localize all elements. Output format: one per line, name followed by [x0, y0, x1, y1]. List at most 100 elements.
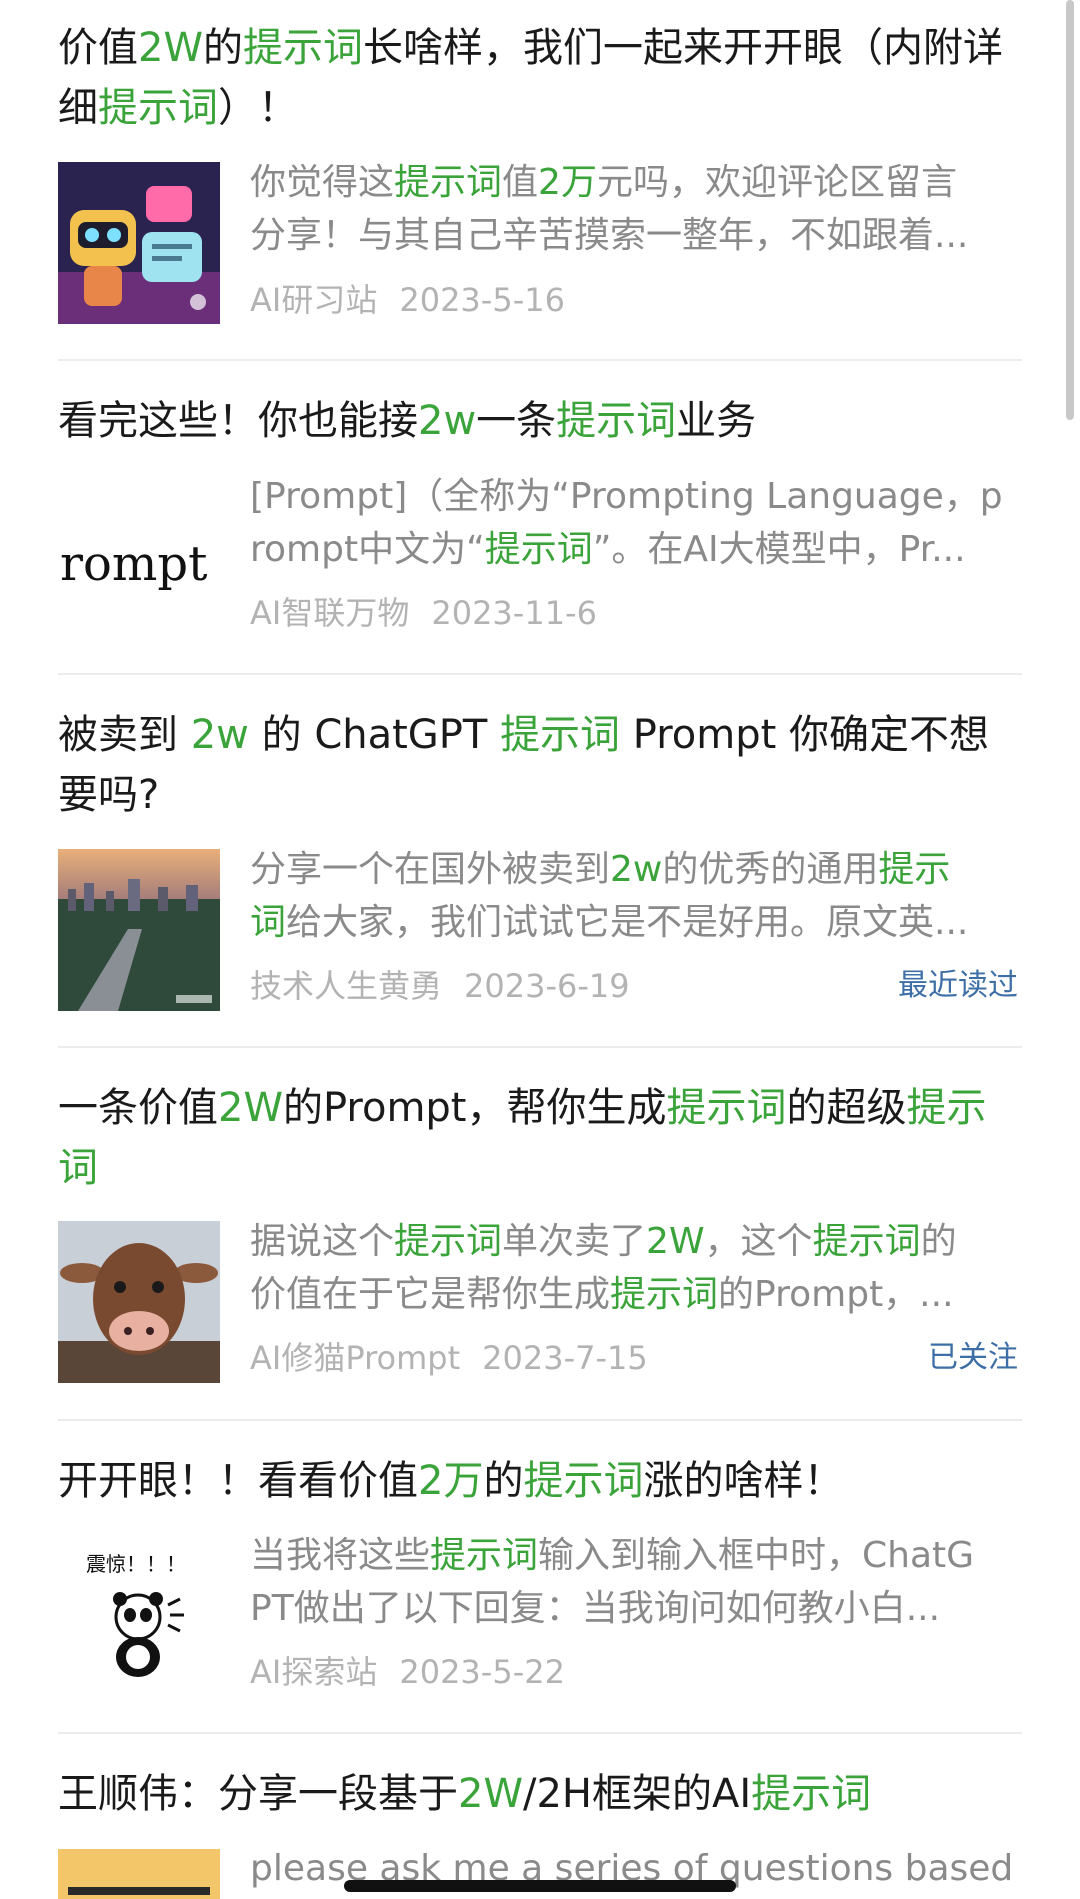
article-snippet: 当我将这些提示词输入到输入框中时，ChatG PT做出了以下回复：当我询问如何教… [250, 1529, 1020, 1635]
article-source[interactable]: 技术人生黄勇 [250, 967, 442, 1005]
text-segment: 的 [483, 1458, 524, 1504]
home-indicator[interactable] [344, 1880, 736, 1892]
text-segment: 值 [502, 162, 539, 203]
text-segment: PT做出了以下回复：当我询问如何教小白... [250, 1588, 941, 1629]
article-meta: AI探索站 2023-5-22 [250, 1652, 1020, 1692]
cow-portrait-image [58, 1221, 220, 1383]
article-title[interactable]: 被卖到 2w 的 ChatGPT 提示词 Prompt 你确定不想要吗? [58, 705, 1018, 825]
recently-read-badge: 最近读过 [898, 968, 1018, 1003]
text-segment: 的 ChatGPT [248, 712, 501, 758]
text-segment: 的优秀的通用 [662, 849, 879, 890]
text-segment: 被卖到 [58, 712, 191, 758]
article-source[interactable]: AI修猫Prompt [250, 1339, 460, 1377]
article-snippet: 据说这个提示词单次卖了2W，这个提示词的 价值在于它是帮你生成提示词的Promp… [250, 1215, 1020, 1321]
text-segment: 输入到输入框中时，ChatG [538, 1535, 975, 1576]
highlighted-keyword: 提示词 [523, 1458, 644, 1504]
text-segment: /2H框架的AI [523, 1771, 752, 1817]
prompt-thumbnail-text: rompt [60, 536, 207, 592]
yellow-card-image [58, 1849, 220, 1899]
article-meta: AI研习站 2023-5-16 [250, 280, 1020, 320]
article-source[interactable]: AI智联万物 [250, 594, 409, 632]
text-segment: 业务 [676, 398, 757, 444]
article-meta: AI修猫Prompt 2023-7-15 [250, 1338, 1020, 1378]
article-title[interactable]: 王顺伟：分享一段基于2W/2H框架的AI提示词 [58, 1764, 1018, 1824]
highlighted-keyword: 2W [458, 1771, 523, 1817]
text-segment: 的超级 [786, 1085, 907, 1131]
article-thumbnail-robot [58, 162, 220, 324]
followed-badge: 已关注 [928, 1340, 1018, 1375]
highlighted-keyword: 提示词 [610, 1274, 719, 1315]
text-segment: 开开眼！！看看价值 [58, 1458, 418, 1504]
article-source[interactable]: AI研习站 [250, 281, 377, 319]
highlighted-keyword: 2万 [538, 162, 597, 203]
highlighted-keyword: 词 [250, 902, 287, 943]
text-segment: 看完这些！你也能接 [58, 398, 418, 444]
text-segment: rompt中文为“ [250, 529, 485, 570]
article-date: 2023-6-19 [464, 967, 630, 1005]
highlighted-keyword: 提示词 [98, 85, 218, 131]
panda-meme-image: 震惊！！！ [58, 1535, 220, 1697]
article-title[interactable]: 价值2W的提示词长啥样，我们一起来开开眼（内附详细提示词）！ [58, 18, 1018, 138]
highlighted-keyword: 提示词 [666, 1085, 787, 1131]
article-item[interactable]: 开开眼！！看看价值2万的提示词涨的啥样！ 震惊！！！ 当我将这些提示词输入到输入… [0, 1421, 1080, 1733]
text-segment: 价值在于它是帮你生成 [250, 1274, 611, 1315]
highlighted-keyword: 2w [418, 398, 477, 444]
text-segment: 王顺伟：分享一段基于 [58, 1771, 458, 1817]
article-snippet: 你觉得这提示词值2万元吗，欢迎评论区留言 分享！与其自己辛苦摸索一整年，不如跟着… [250, 156, 1020, 262]
scrollbar[interactable] [1066, 0, 1074, 420]
text-segment: 给大家，我们试试它是不是好用。原文英... [286, 902, 969, 943]
article-title[interactable]: 看完这些！你也能接2w一条提示词业务 [58, 391, 1018, 451]
article-item[interactable]: 价值2W的提示词长啥样，我们一起来开开眼（内附详细提示词）！ 你觉得这提示词值2… [0, 0, 1080, 360]
article-snippet: [Prompt]（全称为“Prompting Language，p rompt中… [250, 470, 1020, 576]
article-item[interactable]: 王顺伟：分享一段基于2W/2H框架的AI提示词 please ask me a … [0, 1734, 1080, 1899]
article-thumbnail-cow [58, 1221, 220, 1383]
text-segment: 一条价值 [58, 1085, 218, 1131]
article-thumbnail-prompt: rompt [58, 476, 220, 638]
article-meta: AI智联万物 2023-11-6 [250, 593, 1020, 633]
text-segment: 单次卖了 [502, 1221, 647, 1262]
text-segment: ，这个 [704, 1221, 813, 1262]
highlighted-keyword: 2w [610, 849, 663, 890]
text-segment: 当我将这些 [250, 1535, 431, 1576]
article-snippet: 分享一个在国外被卖到2w的优秀的通用提示 词给大家，我们试试它是不是好用。原文英… [250, 843, 1020, 949]
highlighted-keyword: 提示词 [394, 162, 503, 203]
article-thumbnail-city [58, 849, 220, 1011]
text-segment: 的 [920, 1221, 957, 1262]
highlighted-keyword: 提示词 [243, 25, 363, 71]
prompt-text-image: rompt [58, 476, 220, 638]
panda-meme-caption: 震惊！！！ [86, 1552, 186, 1576]
text-segment: 一条 [476, 398, 557, 444]
text-segment: 元吗，欢迎评论区留言 [596, 162, 957, 203]
text-segment: ”。在AI大模型中，Pr... [592, 529, 966, 570]
article-item[interactable]: 一条价值2W的Prompt，帮你生成提示词的超级提示词 据说这个提示词单次卖了2… [0, 1048, 1080, 1420]
highlighted-keyword: 提示词 [430, 1535, 539, 1576]
highlighted-keyword: 2W [646, 1221, 705, 1262]
article-date: 2023-5-22 [399, 1653, 565, 1691]
article-thumbnail-yellow [58, 1849, 220, 1899]
highlighted-keyword: 提示词 [812, 1221, 921, 1262]
highlighted-keyword: 提示词 [484, 529, 593, 570]
article-source[interactable]: AI探索站 [250, 1653, 377, 1691]
text-segment: 的Prompt，... [718, 1274, 954, 1315]
text-segment: 分享一个在国外被卖到 [250, 849, 611, 890]
article-date: 2023-11-6 [431, 594, 597, 632]
text-segment: 你觉得这 [250, 162, 395, 203]
highlighted-keyword: 提示词 [500, 712, 621, 758]
article-item[interactable]: 被卖到 2w 的 ChatGPT 提示词 Prompt 你确定不想要吗? 分享一… [0, 675, 1080, 1047]
article-title[interactable]: 一条价值2W的Prompt，帮你生成提示词的超级提示词 [58, 1078, 1018, 1198]
text-segment: 分享！与其自己辛苦摸索一整年，不如跟着... [250, 215, 969, 256]
text-segment: [Prompt]（全称为“Prompting Language，p [250, 476, 1003, 517]
article-title[interactable]: 开开眼！！看看价值2万的提示词涨的啥样！ [58, 1451, 1018, 1511]
highlighted-keyword: 提示词 [394, 1221, 503, 1262]
text-segment: 据说这个 [250, 1221, 395, 1262]
article-item[interactable]: 看完这些！你也能接2w一条提示词业务 rompt [Prompt]（全称为“Pr… [0, 361, 1080, 673]
text-segment: 的 [203, 25, 243, 71]
highlighted-keyword: 提示 [878, 849, 951, 890]
highlighted-keyword: 2w [190, 712, 249, 758]
text-segment: 的Prompt，帮你生成 [283, 1085, 667, 1131]
robot-illustration-image [58, 162, 220, 324]
highlighted-keyword: 2万 [418, 1458, 484, 1504]
article-date: 2023-5-16 [399, 281, 565, 319]
text-segment: ）！ [218, 85, 298, 131]
highlighted-keyword: 2W [218, 1085, 283, 1131]
